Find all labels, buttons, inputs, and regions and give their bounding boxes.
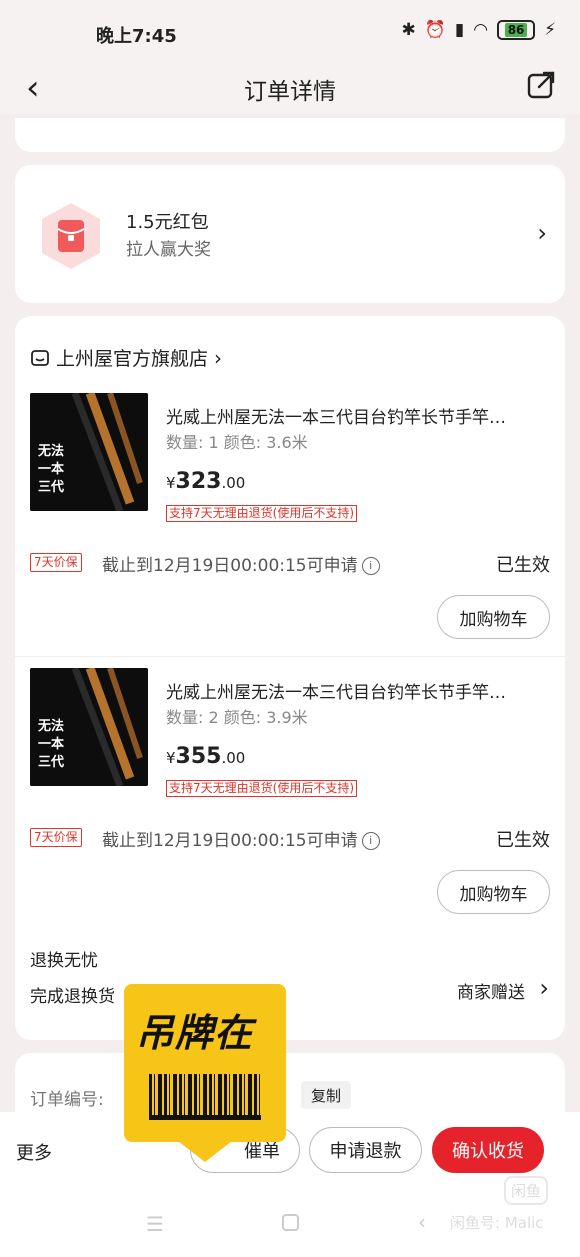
svg-text:无法: 无法 bbox=[37, 718, 64, 734]
menu-icon[interactable]: ☰ bbox=[146, 1212, 164, 1236]
watermark: 闲鱼号: Malic bbox=[450, 1214, 544, 1232]
product-thumbnail[interactable]: 无法 一本 三代 bbox=[30, 393, 148, 511]
red-packet-icon bbox=[42, 203, 100, 269]
after-sale-title: 退换无忧 bbox=[30, 951, 98, 971]
price-guard-status: 已生效 bbox=[496, 830, 550, 851]
system-nav-bar: ☰ ‹ 闲鱼号: Malic bbox=[0, 1192, 580, 1257]
price-guard-badge: 7天价保 bbox=[30, 553, 82, 572]
store-icon bbox=[31, 349, 49, 366]
divider bbox=[15, 656, 565, 657]
add-to-cart-button[interactable]: 加购物车 bbox=[437, 870, 550, 914]
merchant-gift-link[interactable]: 商家赠送 bbox=[457, 978, 525, 1003]
page-title: 订单详情 bbox=[244, 79, 336, 105]
return-policy-tag: 支持7天无理由退货(使用后不支持) bbox=[166, 505, 357, 522]
svg-text:三代: 三代 bbox=[38, 479, 64, 495]
sticker-text: 吊牌在 bbox=[136, 1011, 254, 1055]
status-icons: ✱ ⏰ ▮ ◠ 86 ⚡ bbox=[401, 20, 556, 40]
return-policy-tag: 支持7天无理由退货(使用后不支持) bbox=[166, 780, 357, 797]
product-title[interactable]: 光威上州屋无法一本三代目台钓竿长节手竿… bbox=[166, 403, 551, 428]
bluetooth-icon: ✱ bbox=[401, 20, 416, 40]
wifi-icon: ◠ bbox=[473, 20, 489, 40]
svg-text:无法: 无法 bbox=[37, 443, 64, 459]
product-title[interactable]: 光威上州屋无法一本三代目台钓竿长节手竿… bbox=[166, 678, 551, 703]
battery-icon: 86 bbox=[497, 20, 536, 40]
store-name: 上州屋官方旗舰店 bbox=[56, 348, 209, 370]
order-card: 上州屋官方旗舰店 › 无法 一本 三代 光威上州屋无法一本三代目台钓竿长节手竿…… bbox=[15, 316, 565, 1040]
nav-bar: ‹ 订单详情 bbox=[0, 62, 580, 114]
copy-button[interactable]: 复制 bbox=[301, 1081, 351, 1109]
info-icon[interactable]: i bbox=[361, 556, 380, 575]
price-guard-status: 已生效 bbox=[496, 555, 550, 576]
product-thumbnail[interactable]: 无法 一本 三代 bbox=[30, 668, 148, 786]
chevron-right-icon: › bbox=[537, 219, 547, 247]
charging-icon: ⚡ bbox=[544, 20, 556, 40]
sticker-tail bbox=[169, 1134, 241, 1162]
svg-text:一本: 一本 bbox=[38, 461, 64, 477]
product-item[interactable]: 无法 一本 三代 光威上州屋无法一本三代目台钓竿长节手竿… 数量: 2 颜色: … bbox=[15, 668, 565, 933]
watermark-logo: 闲鱼 bbox=[504, 1176, 549, 1205]
chevron-right-icon: › bbox=[539, 974, 549, 1002]
share-icon[interactable] bbox=[526, 70, 556, 100]
product-price: ¥355.00 bbox=[166, 744, 246, 769]
bottom-action-bar: 更多 催单 申请退款 确认收货 bbox=[0, 1112, 580, 1192]
product-item[interactable]: 无法 一本 三代 光威上州屋无法一本三代目台钓竿长节手竿… 数量: 1 颜色: … bbox=[15, 393, 565, 658]
tag-sticker: 吊牌在 bbox=[124, 984, 286, 1166]
status-time: 晚上7:45 bbox=[96, 26, 177, 47]
info-icon[interactable]: i bbox=[361, 831, 380, 850]
confirm-receipt-button[interactable]: 确认收货 bbox=[432, 1127, 544, 1173]
price-guard-badge: 7天价保 bbox=[30, 828, 82, 847]
svg-text:三代: 三代 bbox=[38, 754, 64, 770]
add-to-cart-button[interactable]: 加购物车 bbox=[437, 595, 550, 639]
store-link[interactable]: 上州屋官方旗舰店 › bbox=[30, 344, 222, 371]
product-price: ¥323.00 bbox=[166, 469, 246, 494]
previous-card bbox=[15, 118, 565, 152]
back-icon[interactable]: ‹ bbox=[418, 1210, 426, 1234]
red-packet-title: 1.5元红包 bbox=[126, 212, 209, 233]
alarm-icon: ⏰ bbox=[424, 20, 446, 40]
red-packet-subtitle: 拉人赢大奖 bbox=[126, 240, 211, 260]
status-bar: 晚上7:45 ✱ ⏰ ▮ ◠ 86 ⚡ bbox=[0, 0, 580, 62]
product-spec: 数量: 1 颜色: 3.6米 bbox=[166, 433, 308, 452]
home-icon[interactable] bbox=[282, 1214, 299, 1231]
more-button[interactable]: 更多 bbox=[16, 1139, 52, 1165]
price-guard-deadline: 截止到12月19日00:00:15可申请 i bbox=[102, 551, 380, 576]
svg-text:一本: 一本 bbox=[38, 736, 64, 752]
barcode-icon bbox=[149, 1074, 261, 1120]
order-number-label: 订单编号: bbox=[30, 1090, 104, 1110]
product-spec: 数量: 2 颜色: 3.9米 bbox=[166, 708, 308, 727]
refund-button[interactable]: 申请退款 bbox=[309, 1127, 422, 1173]
chevron-right-icon: › bbox=[214, 345, 223, 370]
signal-icon: ▮ bbox=[454, 20, 465, 40]
after-sale-subtitle: 完成退换货 bbox=[30, 987, 115, 1007]
red-packet-card[interactable]: 1.5元红包 拉人赢大奖 › bbox=[15, 165, 565, 303]
price-guard-deadline: 截止到12月19日00:00:15可申请 i bbox=[102, 826, 380, 851]
